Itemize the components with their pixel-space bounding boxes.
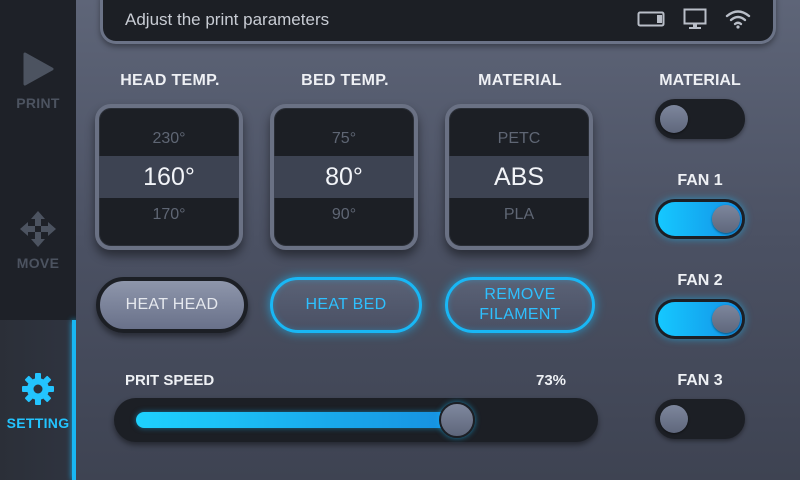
picker-option[interactable]: PLA — [449, 206, 589, 224]
print-speed-label: PRIT SPEED — [125, 372, 215, 389]
toggle-knob — [660, 105, 688, 133]
fan2-toggle[interactable] — [655, 299, 745, 339]
card-reader-icon — [637, 11, 665, 32]
print-speed-value: 73% — [536, 372, 567, 389]
sidebar-item-print[interactable]: PRINT — [0, 0, 76, 160]
material-toggle-label: MATERIAL — [659, 72, 741, 89]
gear-icon — [18, 369, 58, 409]
slider-fill — [136, 412, 458, 428]
print-speed-slider[interactable] — [114, 398, 598, 442]
sidebar-item-move[interactable]: MOVE — [0, 160, 76, 320]
toggle-knob — [712, 205, 740, 233]
move-arrows-icon — [18, 209, 58, 249]
bed-temp-picker[interactable]: 75° 80° 90° — [270, 104, 418, 250]
picker-selected-value[interactable]: ABS — [449, 156, 589, 198]
main-panel: Adjust the print parameters HEAD TEMP. B… — [76, 0, 800, 480]
toggle-knob — [712, 305, 740, 333]
head-temp-picker[interactable]: 230° 160° 170° — [95, 104, 243, 250]
sidebar: PRINT MOVE SETTING — [0, 0, 76, 480]
sidebar-item-label: SETTING — [6, 415, 70, 431]
monitor-icon — [683, 8, 707, 35]
page-title: Adjust the print parameters — [125, 10, 330, 29]
fan3-toggle-label: FAN 3 — [677, 372, 723, 389]
sidebar-item-label: MOVE — [16, 255, 60, 271]
head-temp-label: HEAD TEMP. — [120, 72, 220, 89]
fan1-toggle[interactable] — [655, 199, 745, 239]
picker-selected-value[interactable]: 160° — [99, 156, 239, 198]
play-icon — [18, 49, 58, 89]
wifi-icon — [725, 9, 751, 34]
sidebar-item-label: PRINT — [16, 95, 60, 111]
material-picker-label: MATERIAL — [478, 72, 562, 89]
picker-option[interactable]: 90° — [274, 206, 414, 224]
picker-option[interactable]: 230° — [99, 130, 239, 148]
status-bar: Adjust the print parameters — [100, 0, 776, 44]
heat-head-button[interactable]: HEAT HEAD — [96, 277, 248, 333]
slider-thumb[interactable] — [439, 402, 476, 438]
fan1-toggle-label: FAN 1 — [677, 172, 723, 189]
toggle-knob — [660, 405, 688, 433]
heat-bed-button[interactable]: HEAT BED — [270, 277, 422, 333]
bed-temp-label: BED TEMP. — [301, 72, 389, 89]
material-toggle[interactable] — [655, 99, 745, 139]
fan3-toggle[interactable] — [655, 399, 745, 439]
picker-option[interactable]: 75° — [274, 130, 414, 148]
material-picker[interactable]: PETC ABS PLA — [445, 104, 593, 250]
picker-option[interactable]: 170° — [99, 206, 239, 224]
remove-filament-button[interactable]: REMOVE FILAMENT — [445, 277, 595, 333]
picker-option[interactable]: PETC — [449, 130, 589, 148]
sidebar-item-setting[interactable]: SETTING — [0, 320, 76, 480]
picker-selected-value[interactable]: 80° — [274, 156, 414, 198]
fan2-toggle-label: FAN 2 — [677, 272, 723, 289]
